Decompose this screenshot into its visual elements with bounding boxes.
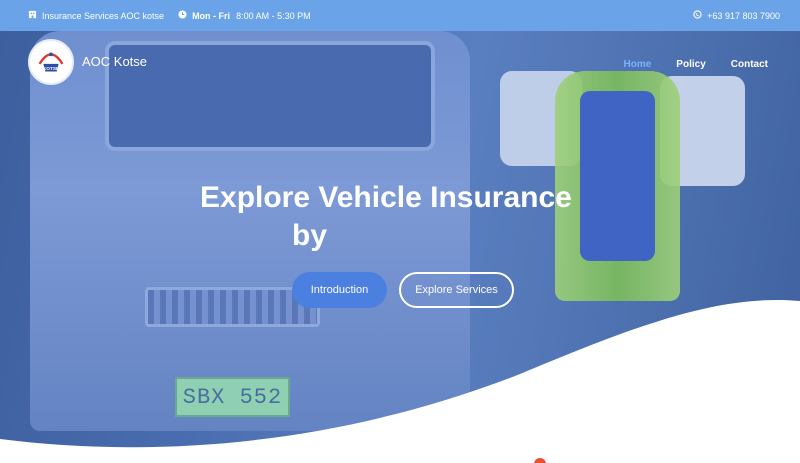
brand-name[interactable]: AOC Kotse [82, 54, 147, 69]
logo-text: KOTSE [43, 66, 59, 72]
company-name: Insurance Services AOC kotse [42, 10, 165, 21]
site-logo[interactable]: KOTSE [28, 39, 74, 85]
clock-icon [178, 10, 187, 21]
nav-policy[interactable]: Policy [676, 59, 705, 70]
scroll-indicator-dot [534, 458, 546, 463]
hours-time: 8:00 AM - 5:30 PM [236, 10, 311, 21]
whatsapp-icon [693, 10, 702, 21]
explore-services-button[interactable]: Explore Services [399, 272, 514, 308]
phone-info[interactable]: +63 917 803 7900 [693, 10, 780, 21]
introduction-button[interactable]: Introduction [292, 272, 387, 308]
building-icon [28, 10, 37, 21]
hours-days: Mon - Fri [192, 10, 231, 21]
main-nav: Home Policy Contact [624, 59, 769, 70]
company-info: Insurance Services AOC kotse [28, 10, 164, 21]
nav-home[interactable]: Home [624, 59, 652, 70]
hero-section: SBX 552 KOTSE AOC Kotse Home Policy Cont… [0, 31, 800, 463]
hero-photo-windshield [105, 41, 435, 151]
phone-number[interactable]: +63 917 803 7900 [707, 11, 780, 21]
hero-wave [0, 300, 800, 463]
nav-contact[interactable]: Contact [731, 59, 768, 70]
headline-line-1: Explore Vehicle Insurance [200, 181, 572, 214]
hours-info: Mon - Fri 8:00 AM - 5:30 PM [178, 10, 311, 21]
top-info-bar: Insurance Services AOC kotse Mon - Fri 8… [0, 0, 800, 31]
headline-line-2: by [292, 219, 328, 252]
hero-headline: Explore Vehicle Insurance by [200, 179, 620, 255]
